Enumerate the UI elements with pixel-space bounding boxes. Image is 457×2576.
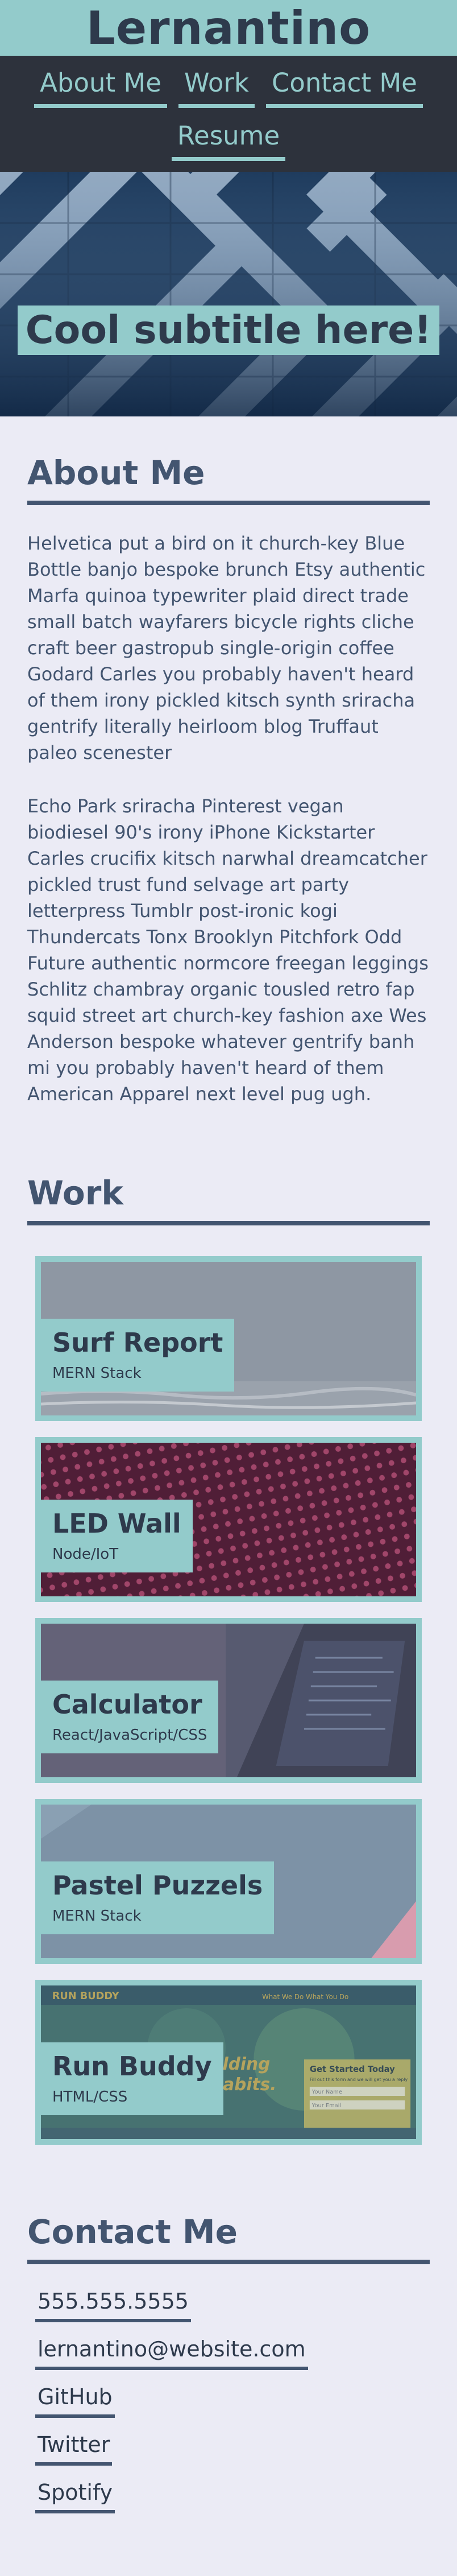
- work-heading: Work: [27, 1173, 430, 1225]
- contact-spotify-link[interactable]: Spotify: [35, 2478, 115, 2513]
- project-card-pastel-puzzels[interactable]: Pastel Puzzels MERN Stack: [35, 1799, 422, 1964]
- project-list: Surf Report MERN Stack LED Wall Node/IoT…: [27, 1225, 430, 2145]
- site-header: Lernantino About Me Work Contact Me Resu…: [0, 0, 457, 172]
- project-label: LED Wall Node/IoT: [41, 1500, 193, 1572]
- project-card-surf-report[interactable]: Surf Report MERN Stack: [35, 1256, 422, 1421]
- contact-twitter-link[interactable]: Twitter: [35, 2430, 113, 2466]
- project-tech: MERN Stack: [52, 1365, 142, 1382]
- about-section: About Me Helvetica put a bird on it chur…: [0, 416, 457, 1107]
- site-title: Lernantino: [86, 1, 371, 55]
- hero-banner: Cool subtitle here!: [0, 172, 457, 416]
- project-tech: Node/IoT: [52, 1546, 119, 1563]
- work-section: Work Surf Report MERN Stack LED Wall Nod…: [0, 1107, 457, 2145]
- project-tech: MERN Stack: [52, 1908, 142, 1925]
- contact-github-link[interactable]: GitHub: [35, 2383, 115, 2418]
- project-label: Pastel Puzzels MERN Stack: [41, 1861, 275, 1934]
- contact-section: Contact Me 555.555.5555 lernantino@websi…: [0, 2145, 457, 2576]
- project-name: Calculator: [52, 1689, 202, 1720]
- nav-link-about[interactable]: About Me: [34, 67, 167, 108]
- project-label: Surf Report MERN Stack: [41, 1319, 235, 1392]
- project-name: Pastel Puzzels: [52, 1870, 263, 1901]
- contact-heading: Contact Me: [27, 2212, 430, 2264]
- project-card-run-buddy[interactable]: RUN BUDDY What We Do What You Do Buildin…: [35, 1980, 422, 2145]
- project-label: Calculator React/JavaScript/CSS: [41, 1681, 219, 1753]
- nav-link-resume[interactable]: Resume: [171, 119, 286, 161]
- contact-list: 555.555.5555 lernantino@website.com GitH…: [27, 2264, 430, 2513]
- project-tech: HTML/CSS: [52, 2088, 128, 2106]
- hero-subtitle-wrap: Cool subtitle here!: [0, 306, 457, 355]
- title-bar: Lernantino: [0, 0, 457, 56]
- nav-link-work[interactable]: Work: [178, 67, 255, 108]
- nav-link-contact[interactable]: Contact Me: [265, 67, 423, 108]
- project-name: Run Buddy: [52, 2051, 212, 2082]
- contact-phone-link[interactable]: 555.555.5555: [35, 2287, 191, 2322]
- about-heading: About Me: [27, 453, 430, 505]
- project-name: Surf Report: [52, 1327, 223, 1358]
- project-card-led-wall[interactable]: LED Wall Node/IoT: [35, 1437, 422, 1602]
- hero-pattern-image: [0, 172, 457, 416]
- project-name: LED Wall: [52, 1508, 181, 1539]
- main-nav: About Me Work Contact Me Resume: [0, 56, 457, 172]
- about-paragraph-1: Helvetica put a bird on it church-key Bl…: [27, 532, 426, 763]
- about-paragraph-2: Echo Park sriracha Pinterest vegan biodi…: [27, 795, 429, 1105]
- project-card-calculator[interactable]: Calculator React/JavaScript/CSS: [35, 1618, 422, 1783]
- hero-subtitle: Cool subtitle here!: [17, 306, 440, 355]
- project-tech: React/JavaScript/CSS: [52, 1727, 207, 1744]
- contact-email-link[interactable]: lernantino@website.com: [35, 2335, 308, 2370]
- project-label: Run Buddy HTML/CSS: [41, 2042, 223, 2115]
